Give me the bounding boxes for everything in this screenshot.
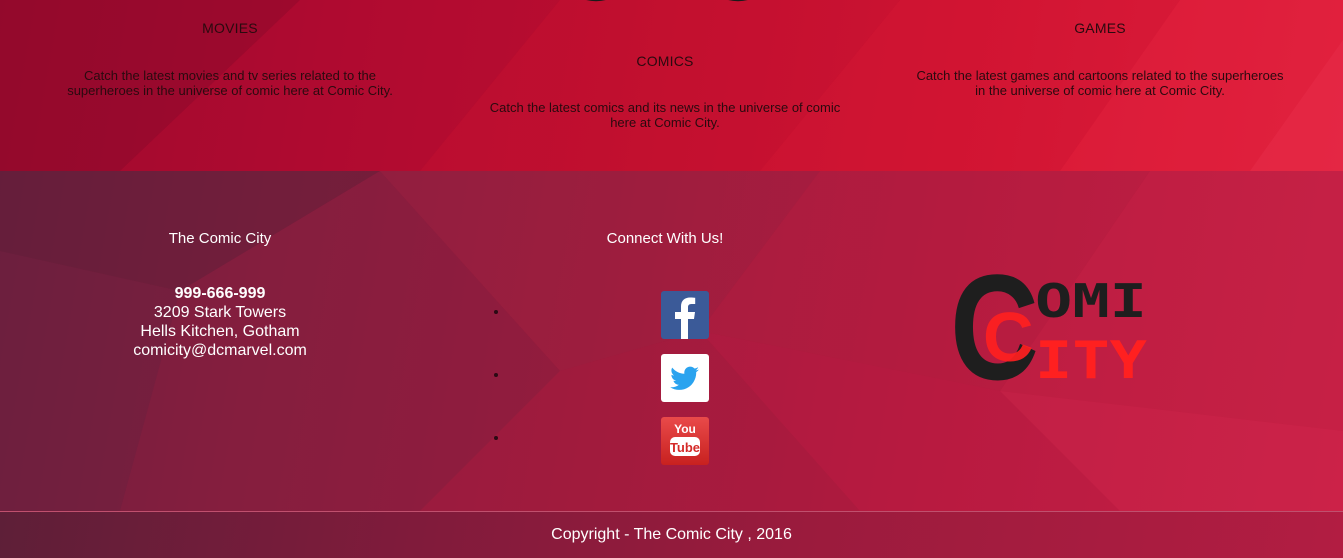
copyright-bar: Copyright - The Comic City , 2016	[0, 511, 1343, 558]
features-section: MOVIES Catch the latest movies and tv se…	[0, 0, 1343, 171]
feature-movies: MOVIES Catch the latest movies and tv se…	[40, 20, 420, 98]
svg-text:Tube: Tube	[670, 440, 700, 455]
youtube-icon: You Tube	[670, 422, 700, 456]
svg-text:C: C	[983, 298, 1034, 376]
list-bullet	[494, 310, 498, 314]
feature-title: GAMES	[1074, 20, 1126, 36]
feature-comics: COMICS Catch the latest comics and its n…	[470, 53, 860, 130]
footer: The Comic City 999-666-999 3209 Stark To…	[0, 171, 1343, 511]
feature-title: COMICS	[636, 53, 694, 69]
feature-title: MOVIES	[202, 20, 258, 36]
footer-connect-heading: Connect With Us!	[606, 230, 724, 247]
feature-games: GAMES Catch the latest games and cartoon…	[900, 20, 1300, 98]
comic-city-logo: C C OMI ITY	[955, 261, 1148, 386]
feature-description: Catch the latest comics and its news in …	[489, 100, 841, 130]
twitter-icon	[670, 366, 699, 390]
contact-info: 999-666-999 3209 Stark Towers Hells Kitc…	[60, 284, 380, 360]
address-line: Hells Kitchen, Gotham	[140, 323, 300, 340]
address-line: 3209 Stark Towers	[153, 304, 287, 321]
phone-number: 999-666-999	[174, 285, 266, 302]
youtube-link[interactable]: You Tube	[661, 417, 709, 465]
facebook-icon	[675, 297, 696, 339]
twitter-link[interactable]	[661, 354, 709, 402]
facebook-link[interactable]	[661, 291, 709, 339]
svg-text:ITY: ITY	[1035, 331, 1148, 386]
feature-description: Catch the latest games and cartoons rela…	[916, 68, 1284, 98]
svg-text:You: You	[674, 422, 696, 436]
footer-about-heading: The Comic City	[168, 230, 272, 247]
feature-description: Catch the latest movies and tv series re…	[67, 68, 393, 98]
svg-text:OMI: OMI	[1035, 274, 1147, 328]
list-bullet	[494, 373, 498, 377]
list-bullet	[494, 436, 498, 440]
copyright-text: Copyright - The Comic City , 2016	[551, 526, 792, 543]
email-address: comicity@dcmarvel.com	[133, 342, 307, 359]
mask-silhouette-icon	[586, 0, 748, 2]
